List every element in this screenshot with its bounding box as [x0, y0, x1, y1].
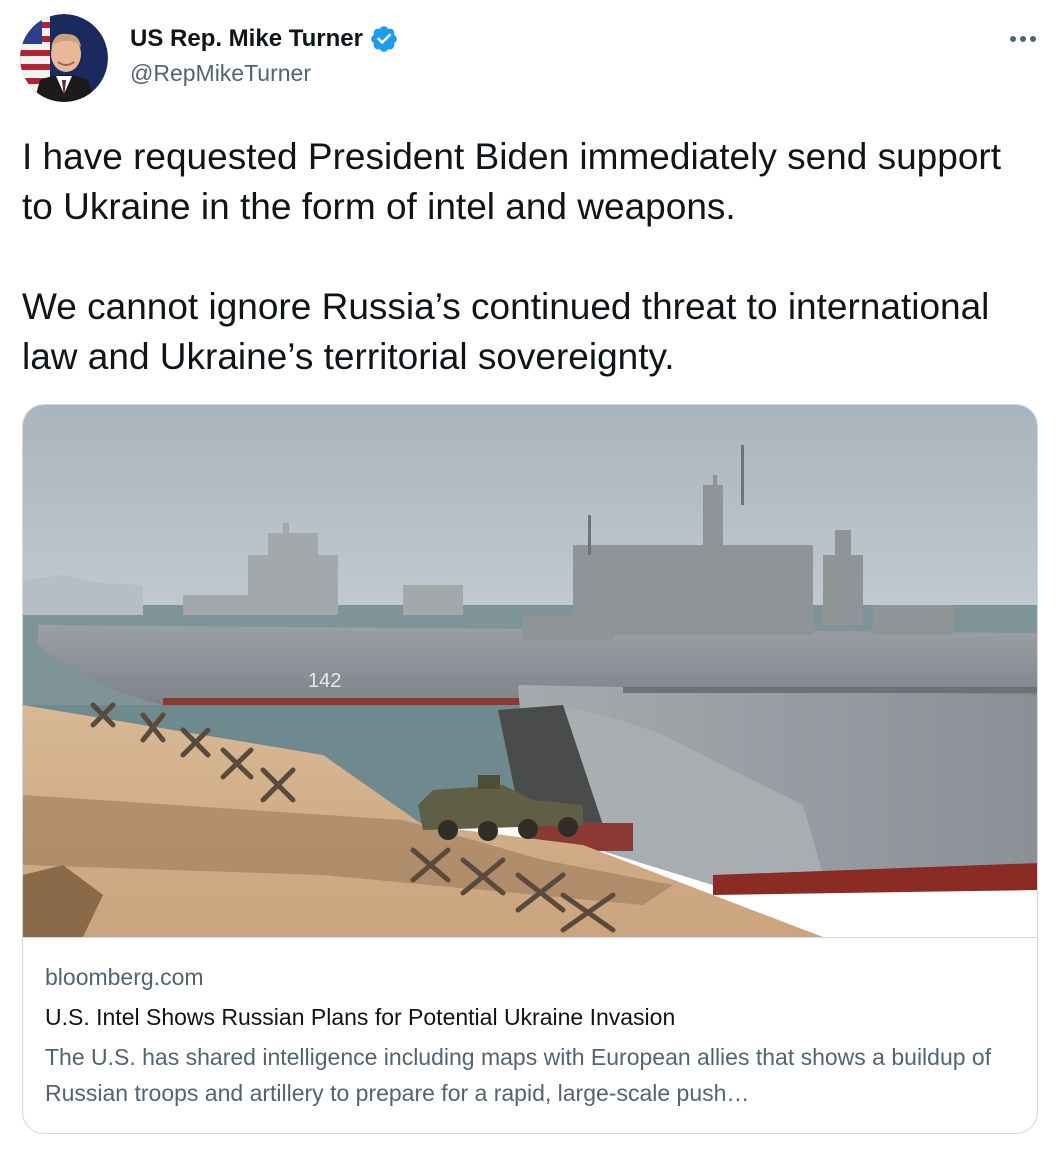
- avatar-image: [20, 14, 108, 102]
- tweet-text: I have requested President Biden immedia…: [22, 132, 1032, 382]
- card-image[interactable]: 142: [23, 405, 1037, 938]
- verified-badge-icon: [369, 24, 399, 54]
- card-title: U.S. Intel Shows Russian Plans for Poten…: [45, 1004, 676, 1030]
- author-name[interactable]: US Rep. Mike Turner: [130, 25, 363, 53]
- author-handle[interactable]: @RepMikeTurner: [130, 60, 311, 87]
- more-options-button[interactable]: [1002, 22, 1044, 56]
- warship-landing-photo: 142: [23, 405, 1037, 937]
- card-description: The U.S. has shared intelligence includi…: [45, 1044, 992, 1106]
- card-body: bloomberg.com U.S. Intel Shows Russian P…: [45, 961, 1020, 1111]
- avatar[interactable]: [20, 14, 108, 102]
- tweet[interactable]: US Rep. Mike Turner @RepMikeTurner I hav…: [0, 0, 1062, 1158]
- card-domain: bloomberg.com: [45, 964, 204, 990]
- author-name-row: US Rep. Mike Turner: [130, 22, 399, 56]
- tweet-paragraph: I have requested President Biden immedia…: [22, 136, 1002, 227]
- tweet-paragraph: We cannot ignore Russia’s continued thre…: [22, 286, 990, 377]
- more-horizontal-icon: [1010, 36, 1036, 42]
- hull-number: 142: [308, 670, 341, 692]
- link-preview-card[interactable]: 142 bloomberg.com U.S. Intel Shows Russi…: [22, 404, 1038, 1134]
